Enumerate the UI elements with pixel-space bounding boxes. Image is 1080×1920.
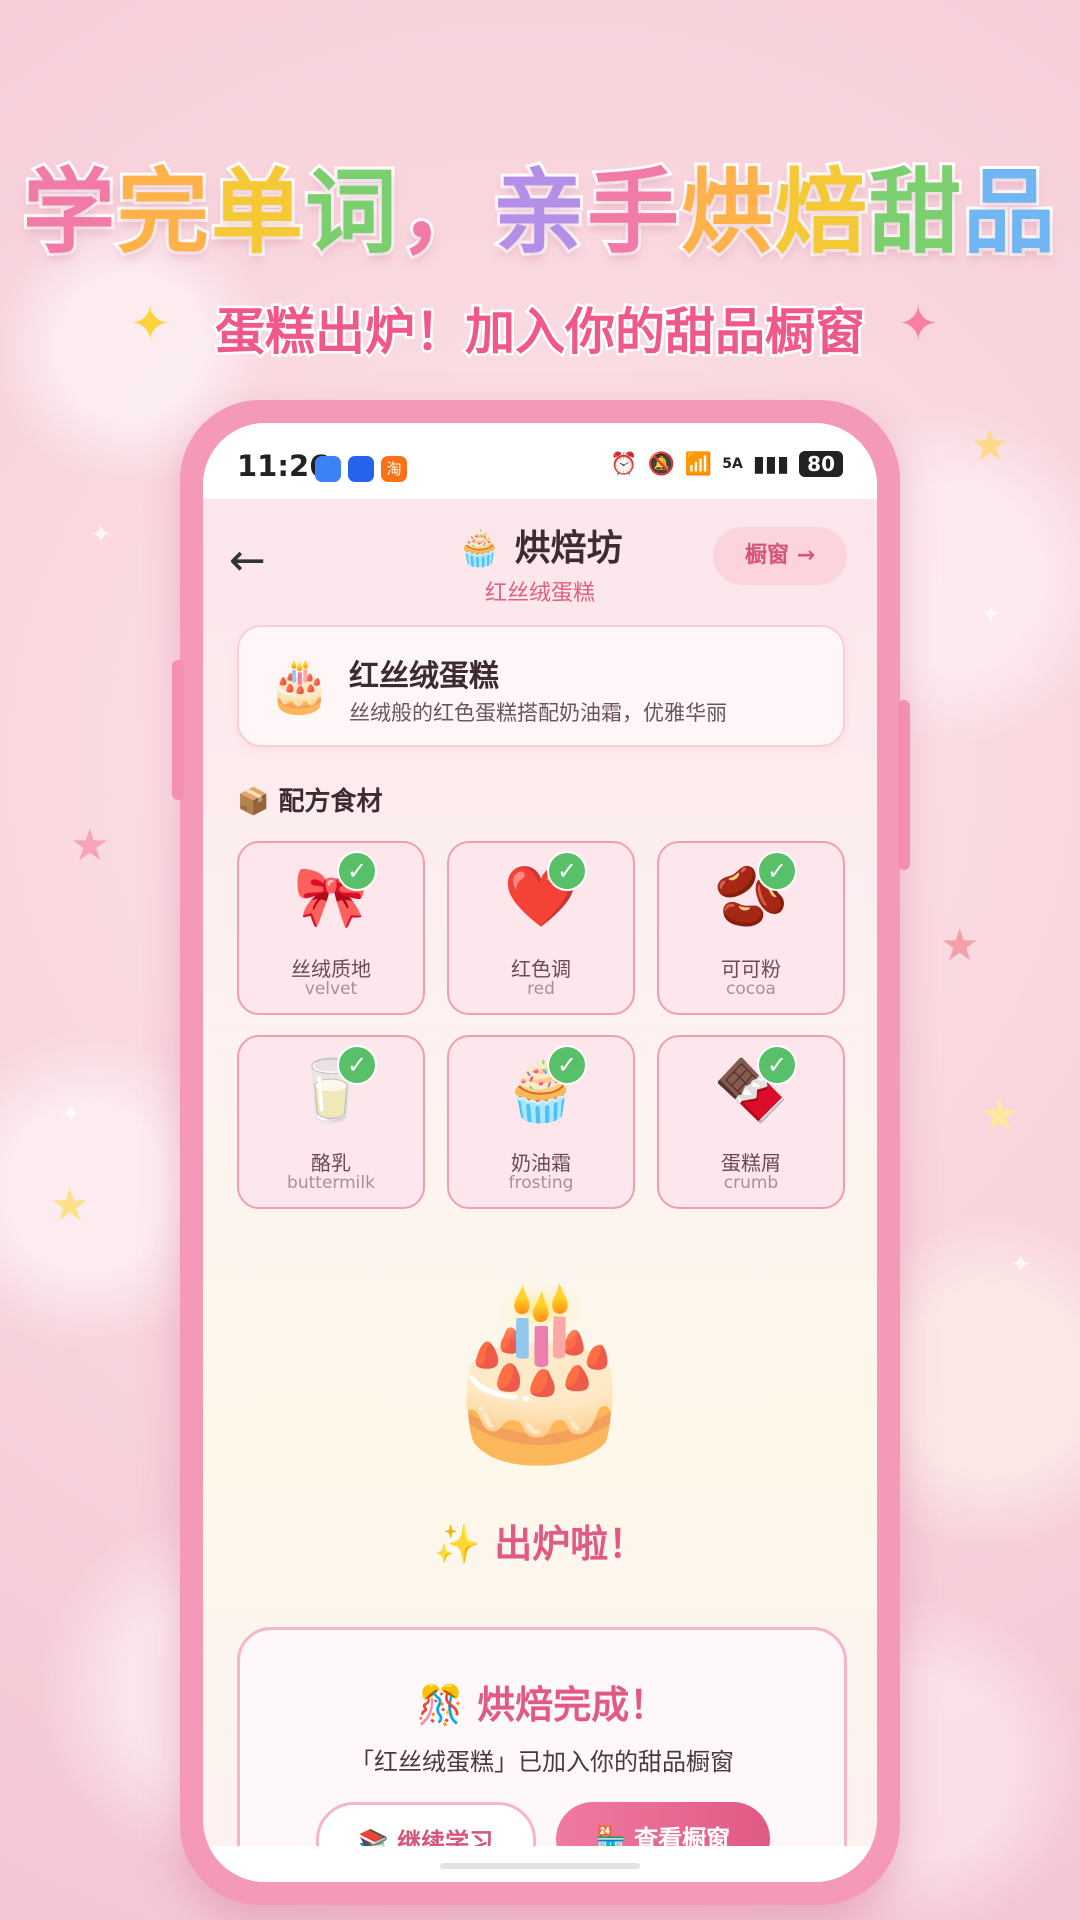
headline-char: 焙	[772, 156, 870, 269]
beans-icon: 🫘	[713, 862, 789, 932]
milk-icon: 🥛	[293, 1056, 369, 1126]
headline-char: 词	[302, 156, 400, 269]
check-icon: ✓	[337, 851, 377, 891]
mute-icon: 🔕	[647, 451, 675, 477]
ingredient-card[interactable]: 🍫 ✓ 蛋糕屑 crumb	[657, 1035, 845, 1209]
star-decoration: ★	[940, 920, 980, 971]
cake-icon: 🎂	[267, 656, 332, 716]
ingredient-name: 丝绒质地	[291, 957, 371, 981]
baked-cake-icon: 🎂	[434, 1269, 646, 1467]
check-icon: ✓	[757, 851, 797, 891]
ingredient-card[interactable]: 🎀 ✓ 丝绒质地 velvet	[237, 841, 425, 1015]
ingredient-word: cocoa	[726, 979, 776, 999]
ribbon-icon: 🎀	[293, 862, 369, 932]
sparkle-decoration: ✦	[60, 1100, 82, 1130]
recipe-card: 🎂 红丝绒蛋糕 丝绒般的红色蛋糕搭配奶油霜，优雅华丽	[237, 625, 845, 747]
ingredient-card[interactable]: 🥛 ✓ 酪乳 buttermilk	[237, 1035, 425, 1209]
ingredient-word: red	[527, 979, 555, 999]
cupcake-icon: 🧁	[503, 1056, 579, 1126]
cell-signal-icon: ▮▮▮	[752, 451, 790, 477]
ingredient-name: 酪乳	[311, 1151, 351, 1175]
message-app-icon	[315, 456, 341, 482]
phone-side-button	[172, 660, 184, 800]
star-decoration: ★	[970, 420, 1010, 471]
alarm-icon: ⏰	[610, 451, 638, 477]
ingredient-card[interactable]: 🫘 ✓ 可可粉 cocoa	[657, 841, 845, 1015]
sparkle-star-icon: ✦	[898, 296, 939, 352]
status-bar: 11:26 淘 ⏰ 🔕 📶 5A ▮▮▮ 80	[203, 423, 877, 499]
check-icon: ✓	[547, 851, 587, 891]
recipe-name: 红丝绒蛋糕	[349, 659, 499, 694]
ingredients-section-label: 配方食材	[278, 787, 383, 817]
headline-char: ，	[396, 156, 494, 269]
star-decoration: ★	[50, 1180, 90, 1231]
ingredient-word: velvet	[304, 979, 358, 999]
headline-char: 学	[20, 156, 118, 269]
check-icon: ✓	[337, 1045, 377, 1085]
box-icon: 📦	[237, 787, 270, 817]
sparkle-decoration: ✦	[90, 520, 112, 550]
phone-side-button	[898, 700, 910, 870]
home-indicator[interactable]	[440, 1863, 640, 1869]
cupcake-icon: 🧁	[457, 528, 503, 569]
headline-char: 亲	[490, 156, 588, 269]
ingredient-word: buttermilk	[287, 1173, 375, 1193]
page-title-text: 烘焙坊	[514, 528, 623, 569]
ingredient-name: 可可粉	[721, 957, 781, 981]
headline-char: 品	[960, 156, 1058, 269]
ingredient-name: 红色调	[511, 957, 571, 981]
showcase-button[interactable]: 橱窗 →	[713, 527, 847, 585]
taobao-app-icon: 淘	[381, 456, 407, 482]
ingredient-card[interactable]: 🧁 ✓ 奶油霜 frosting	[447, 1035, 635, 1209]
completion-card: 🎊 烘焙完成！ 「红丝绒蛋糕」已加入你的甜品橱窗 📚 继续学习 🏪 查看橱窗	[237, 1627, 847, 1882]
recipe-description: 丝绒般的红色蛋糕搭配奶油霜，优雅华丽	[349, 701, 727, 725]
promo-headline: 学完单词，亲手烘焙甜品	[0, 138, 1080, 271]
check-icon: ✓	[547, 1045, 587, 1085]
headline-char: 完	[114, 156, 212, 269]
ingredient-card[interactable]: ❤️ ✓ 红色调 red	[447, 841, 635, 1015]
app-screen: 11:26 淘 ⏰ 🔕 📶 5A ▮▮▮ 80 ← 🧁 烘焙坊 红丝绒蛋糕 橱窗…	[203, 423, 877, 1882]
ingredient-name: 蛋糕屑	[721, 1151, 781, 1175]
star-decoration: ★	[70, 820, 110, 871]
headline-char: 甜	[866, 156, 964, 269]
chocolate-icon: 🍫	[713, 1056, 789, 1126]
status-indicators: ⏰ 🔕 📶 5A ▮▮▮ 80	[610, 451, 843, 477]
completion-title: 🎊 烘焙完成！	[416, 1683, 668, 1727]
ingredients-section-title: 📦 配方食材	[237, 781, 382, 818]
headline-char: 单	[208, 156, 306, 269]
headline-char: 手	[584, 156, 682, 269]
completion-message: 「红丝绒蛋糕」已加入你的甜品橱窗	[350, 1748, 734, 1776]
star-decoration: ★	[980, 1090, 1020, 1141]
ingredient-name: 奶油霜	[511, 1151, 571, 1175]
bulb-app-icon	[348, 456, 374, 482]
ingredient-word: crumb	[723, 1173, 779, 1193]
headline-char: 烘	[678, 156, 776, 269]
battery-indicator: 80	[799, 451, 843, 477]
signal-label: 5A	[722, 456, 743, 472]
heart-icon: ❤️	[503, 862, 579, 932]
sparkle-decoration: ✦	[980, 600, 1002, 630]
check-icon: ✓	[757, 1045, 797, 1085]
ingredient-word: frosting	[508, 1173, 574, 1193]
sparkle-decoration: ✦	[1010, 1250, 1032, 1280]
wifi-icon: 📶	[684, 451, 713, 477]
baked-message: ✨ 出炉啦！	[433, 1522, 647, 1566]
